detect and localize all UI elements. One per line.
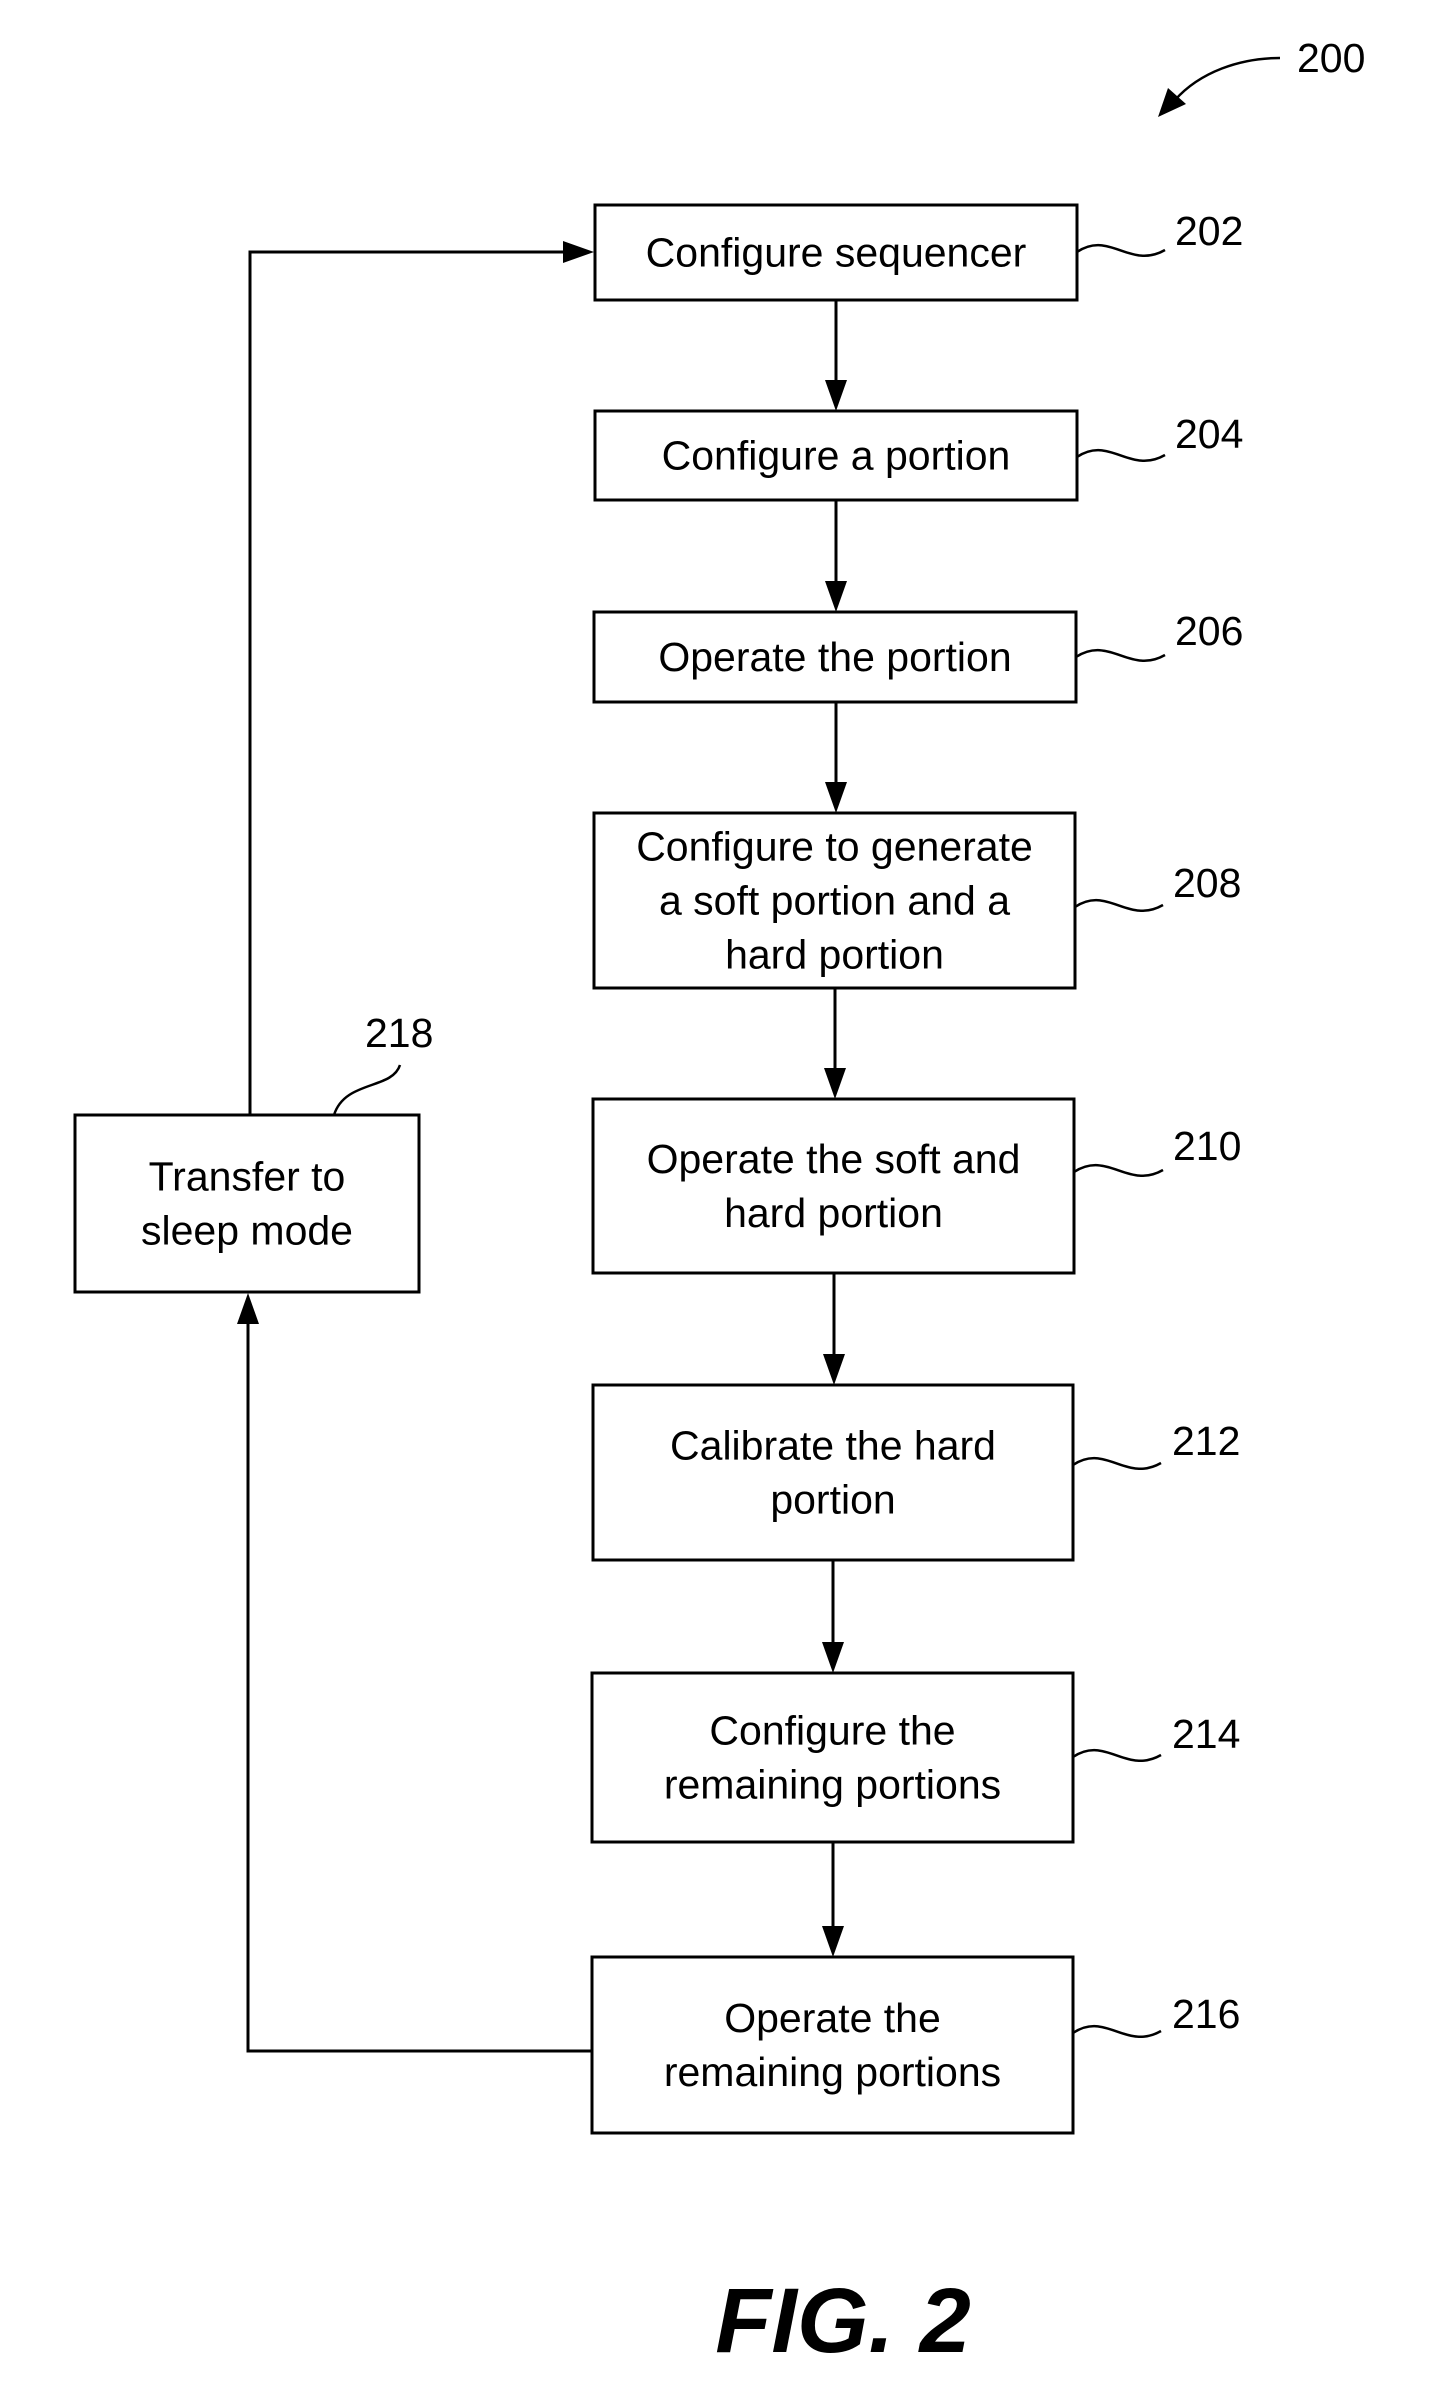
figure-caption: FIG. 2 — [715, 2270, 971, 2372]
reference-leader — [1072, 2024, 1162, 2038]
arrowhead-icon — [237, 1293, 259, 1324]
step-label-line: hard portion — [724, 1190, 943, 1236]
step-label-line: a soft portion and a — [659, 878, 1010, 924]
step-210: Operate the soft and hard portion 210 — [591, 1097, 1241, 1275]
step-214: Configure the remaining portions 214 — [590, 1671, 1240, 1844]
reference-leader — [1072, 1748, 1162, 1762]
step-box — [590, 1955, 1075, 2135]
reference-numeral: 214 — [1172, 1711, 1240, 1757]
step-206: Operate the portion 206 — [592, 608, 1243, 704]
reference-leader — [1076, 243, 1166, 257]
reference-leader — [1072, 1456, 1162, 1470]
step-label-line: Calibrate the hard — [670, 1423, 996, 1469]
step-208: Configure to generate a soft portion and … — [592, 811, 1241, 990]
connector-216-218 — [246, 1322, 592, 2053]
step-box — [590, 1671, 1075, 1844]
arrowhead-icon — [825, 380, 847, 411]
step-label-line: Configure to generate — [636, 824, 1033, 870]
step-label-line: Operate the portion — [658, 634, 1011, 680]
arrowhead-icon — [825, 782, 847, 813]
figure-reference-label: 200 — [1297, 35, 1365, 81]
step-box — [591, 1383, 1075, 1562]
reference-leader — [1074, 898, 1164, 912]
figure-reference-leader — [1174, 56, 1281, 101]
arrowhead-icon — [823, 1354, 845, 1385]
reference-numeral: 212 — [1172, 1418, 1240, 1464]
reference-leader — [1076, 448, 1166, 462]
arrowhead-icon — [822, 1642, 844, 1673]
reference-numeral: 202 — [1175, 208, 1243, 254]
step-box — [73, 1113, 421, 1294]
reference-numeral: 210 — [1173, 1123, 1241, 1169]
flowchart: 200 Configure sequencer 202 Configure a po… — [73, 35, 1365, 2372]
step-label-line: Configure the — [709, 1708, 955, 1754]
step-216: Operate the remaining portions 216 — [590, 1955, 1240, 2135]
reference-numeral: 218 — [365, 1010, 433, 1056]
step-212: Calibrate the hard portion 212 — [591, 1383, 1240, 1562]
step-label-line: portion — [770, 1477, 895, 1523]
arrowhead-icon — [825, 581, 847, 612]
step-label-line: Transfer to — [149, 1154, 346, 1200]
step-label-line: Configure sequencer — [646, 230, 1027, 276]
step-label-line: sleep mode — [141, 1208, 353, 1254]
step-label-line: Operate the — [724, 1995, 941, 2041]
reference-numeral: 208 — [1173, 860, 1241, 906]
reference-leader — [1073, 1163, 1164, 1177]
reference-numeral: 204 — [1175, 411, 1243, 457]
reference-leader — [332, 1064, 402, 1116]
arrowhead-icon — [563, 241, 594, 263]
step-label-line: Configure a portion — [662, 433, 1011, 479]
arrowhead-icon — [824, 1068, 846, 1099]
reference-numeral: 206 — [1175, 608, 1243, 654]
reference-leader — [1075, 648, 1166, 662]
connector-218-202 — [248, 250, 566, 1115]
step-202: Configure sequencer 202 — [593, 203, 1243, 302]
arrowhead-icon — [822, 1926, 844, 1957]
step-label-line: remaining portions — [664, 2049, 1001, 2095]
step-204: Configure a portion 204 — [593, 409, 1243, 502]
step-box — [591, 1097, 1076, 1275]
figure-reference: 200 — [1158, 35, 1365, 117]
step-218: Transfer to sleep mode 218 — [73, 1010, 433, 1294]
reference-numeral: 216 — [1172, 1991, 1240, 2037]
step-label-line: hard portion — [725, 932, 944, 978]
step-label-line: Operate the soft and — [647, 1136, 1021, 1182]
step-label-line: remaining portions — [664, 1762, 1001, 1808]
